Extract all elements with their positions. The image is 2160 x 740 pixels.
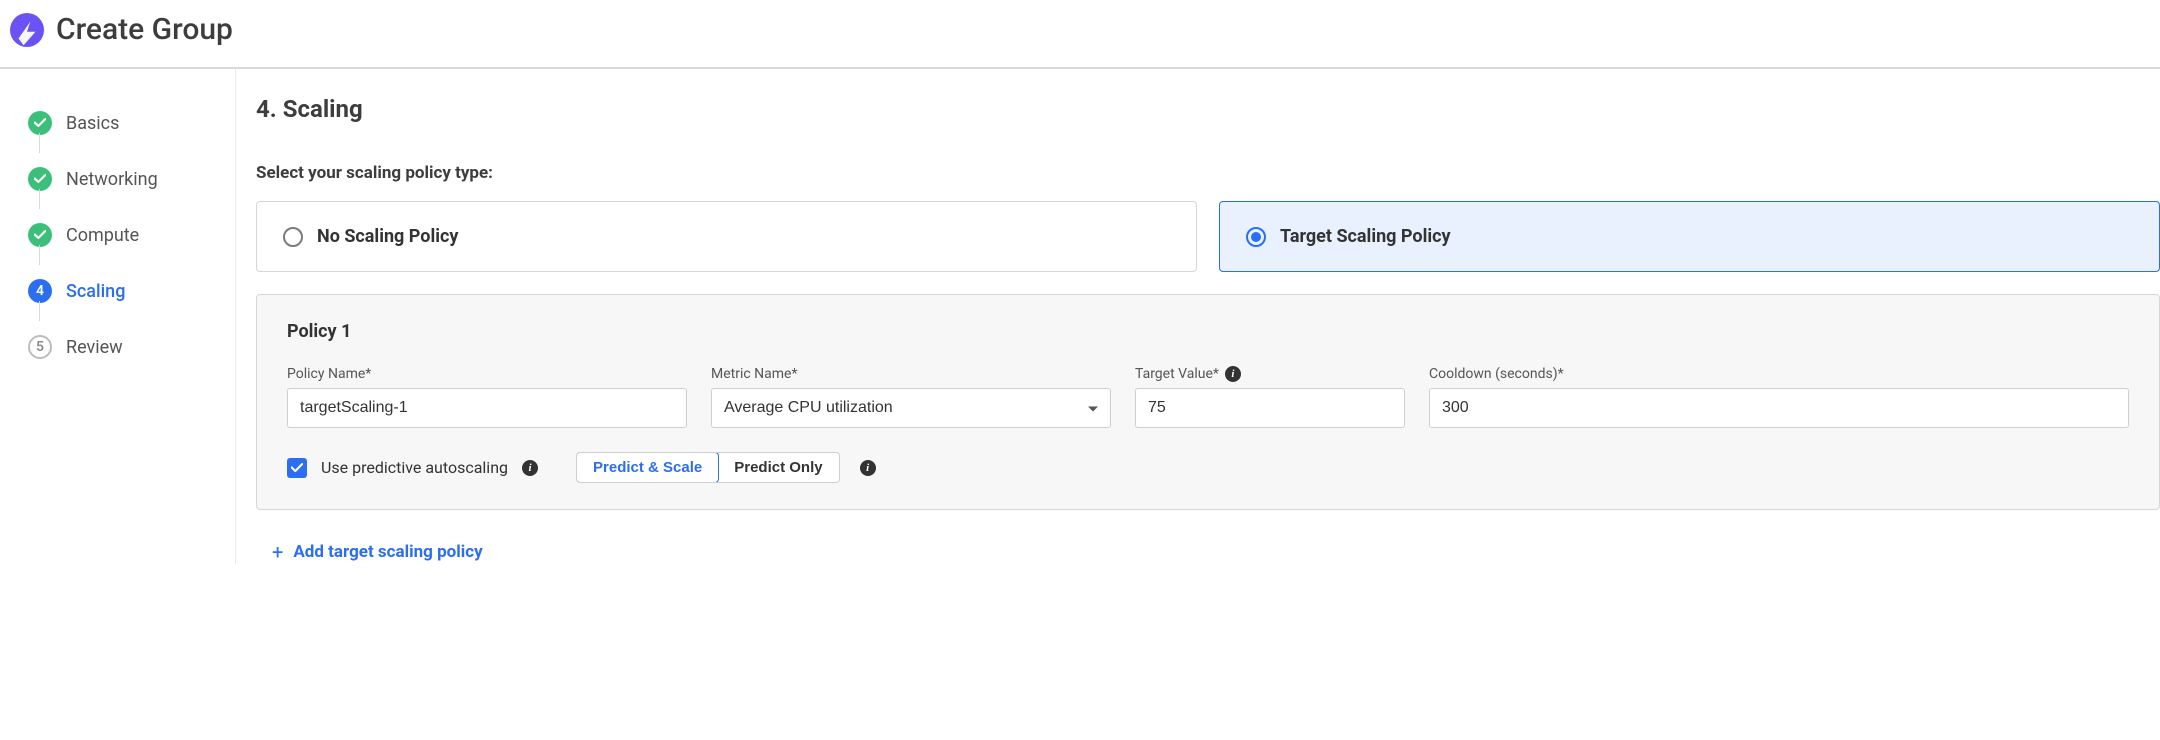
radio-unchecked-icon <box>283 227 303 247</box>
app-logo-icon <box>10 13 44 47</box>
check-icon <box>28 223 52 247</box>
step-networking[interactable]: Networking <box>28 151 235 207</box>
add-target-scaling-policy-link[interactable]: + Add target scaling policy <box>272 540 2160 564</box>
predict-and-scale-button[interactable]: Predict & Scale <box>576 452 719 483</box>
plus-icon: + <box>272 540 283 564</box>
step-number-badge: 4 <box>28 279 52 303</box>
predict-only-button[interactable]: Predict Only <box>718 453 838 482</box>
policy-name-label: Policy Name* <box>287 366 687 382</box>
policy-type-none[interactable]: No Scaling Policy <box>256 201 1197 272</box>
policy-type-selector: No Scaling Policy Target Scaling Policy <box>256 201 2160 272</box>
target-value-label-text: Target Value* <box>1135 366 1219 382</box>
info-icon[interactable]: i <box>1225 366 1241 382</box>
policy-panel: Policy 1 Policy Name* Metric Name* <box>256 294 2160 510</box>
step-label: Scaling <box>66 281 125 302</box>
metric-name-select[interactable] <box>711 388 1111 428</box>
policy-type-prompt: Select your scaling policy type: <box>256 163 2160 183</box>
predictive-label: Use predictive autoscaling <box>321 458 508 477</box>
step-number-badge: 5 <box>28 335 52 359</box>
cooldown-label: Cooldown (seconds)* <box>1429 366 2129 382</box>
wizard-sidebar: Basics Networking Compute 4 Scaling 5 Re… <box>0 69 235 564</box>
check-icon <box>28 111 52 135</box>
target-value-input[interactable] <box>1135 388 1405 428</box>
cooldown-input[interactable] <box>1429 388 2129 428</box>
step-compute[interactable]: Compute <box>28 207 235 263</box>
page-header: Create Group <box>0 0 2160 69</box>
step-label: Compute <box>66 225 139 246</box>
policy-panel-title: Policy 1 <box>287 321 2129 342</box>
info-icon[interactable]: i <box>522 460 538 476</box>
main-content: 4. Scaling Select your scaling policy ty… <box>235 69 2160 564</box>
step-scaling[interactable]: 4 Scaling <box>28 263 235 319</box>
predictive-mode-toggle: Predict & Scale Predict Only <box>576 452 840 483</box>
add-link-label: Add target scaling policy <box>293 542 482 562</box>
predictive-checkbox[interactable] <box>287 458 307 478</box>
radio-checked-icon <box>1246 227 1266 247</box>
step-review[interactable]: 5 Review <box>28 319 235 375</box>
info-icon[interactable]: i <box>860 460 876 476</box>
check-icon <box>28 167 52 191</box>
policy-type-target[interactable]: Target Scaling Policy <box>1219 201 2160 272</box>
policy-type-label: No Scaling Policy <box>317 226 458 247</box>
step-label: Review <box>66 337 123 358</box>
page-title: Create Group <box>56 12 233 47</box>
policy-name-input[interactable] <box>287 388 687 428</box>
metric-name-label: Metric Name* <box>711 366 1111 382</box>
step-basics[interactable]: Basics <box>28 95 235 151</box>
step-label: Basics <box>66 113 119 134</box>
step-label: Networking <box>66 169 158 190</box>
policy-type-label: Target Scaling Policy <box>1280 226 1451 247</box>
section-title: 4. Scaling <box>256 95 2160 123</box>
target-value-label: Target Value* i <box>1135 366 1405 382</box>
